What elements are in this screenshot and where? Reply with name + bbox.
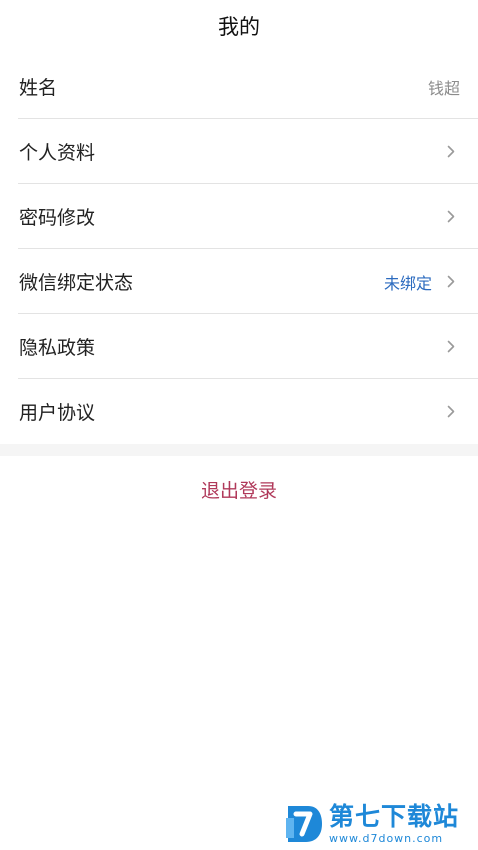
section-divider — [0, 444, 478, 456]
logout-button[interactable]: 退出登录 — [201, 476, 277, 503]
page-title: 我的 — [218, 15, 260, 39]
menu-item-privacy-policy[interactable]: 隐私政策 — [0, 314, 478, 379]
watermark-url: www.d7down.com — [329, 832, 444, 845]
chevron-right-icon — [442, 340, 460, 353]
watermark-brand: 第七下载站 — [329, 802, 460, 831]
menu-item-label: 用户协议 — [19, 402, 96, 424]
name-row: 姓名 钱超 — [0, 54, 478, 119]
logout-section: 退出登录 — [0, 476, 478, 503]
menu-item-user-agreement[interactable]: 用户协议 — [0, 379, 478, 444]
header: 我的 — [0, 0, 478, 50]
menu-item-change-password[interactable]: 密码修改 — [0, 184, 478, 249]
menu-item-label: 个人资料 — [19, 142, 96, 164]
chevron-right-icon — [442, 210, 460, 223]
profile-page: 我的 姓名 钱超 个人资料 密码修改 微信绑定状态 未绑定 隐私政策 用户协议 … — [0, 0, 478, 850]
menu-item-wechat-binding[interactable]: 微信绑定状态 未绑定 — [0, 249, 478, 314]
d7-logo — [284, 802, 324, 846]
name-label: 姓名 — [19, 77, 58, 99]
menu-item-label: 密码修改 — [19, 207, 96, 229]
wechat-status-value: 未绑定 — [383, 273, 432, 293]
menu-item-label: 隐私政策 — [19, 337, 96, 359]
chevron-right-icon — [442, 145, 460, 158]
menu-item-label: 微信绑定状态 — [19, 272, 134, 294]
chevron-right-icon — [442, 275, 460, 288]
settings-list: 姓名 钱超 个人资料 密码修改 微信绑定状态 未绑定 隐私政策 用户协议 — [0, 54, 478, 444]
menu-item-personal-info[interactable]: 个人资料 — [0, 119, 478, 184]
name-value: 钱超 — [427, 78, 460, 98]
chevron-right-icon — [442, 405, 460, 418]
watermark-text: 第七下载站 www.d7down.com — [329, 804, 459, 844]
watermark: 第七下载站 www.d7down.com — [284, 800, 474, 848]
